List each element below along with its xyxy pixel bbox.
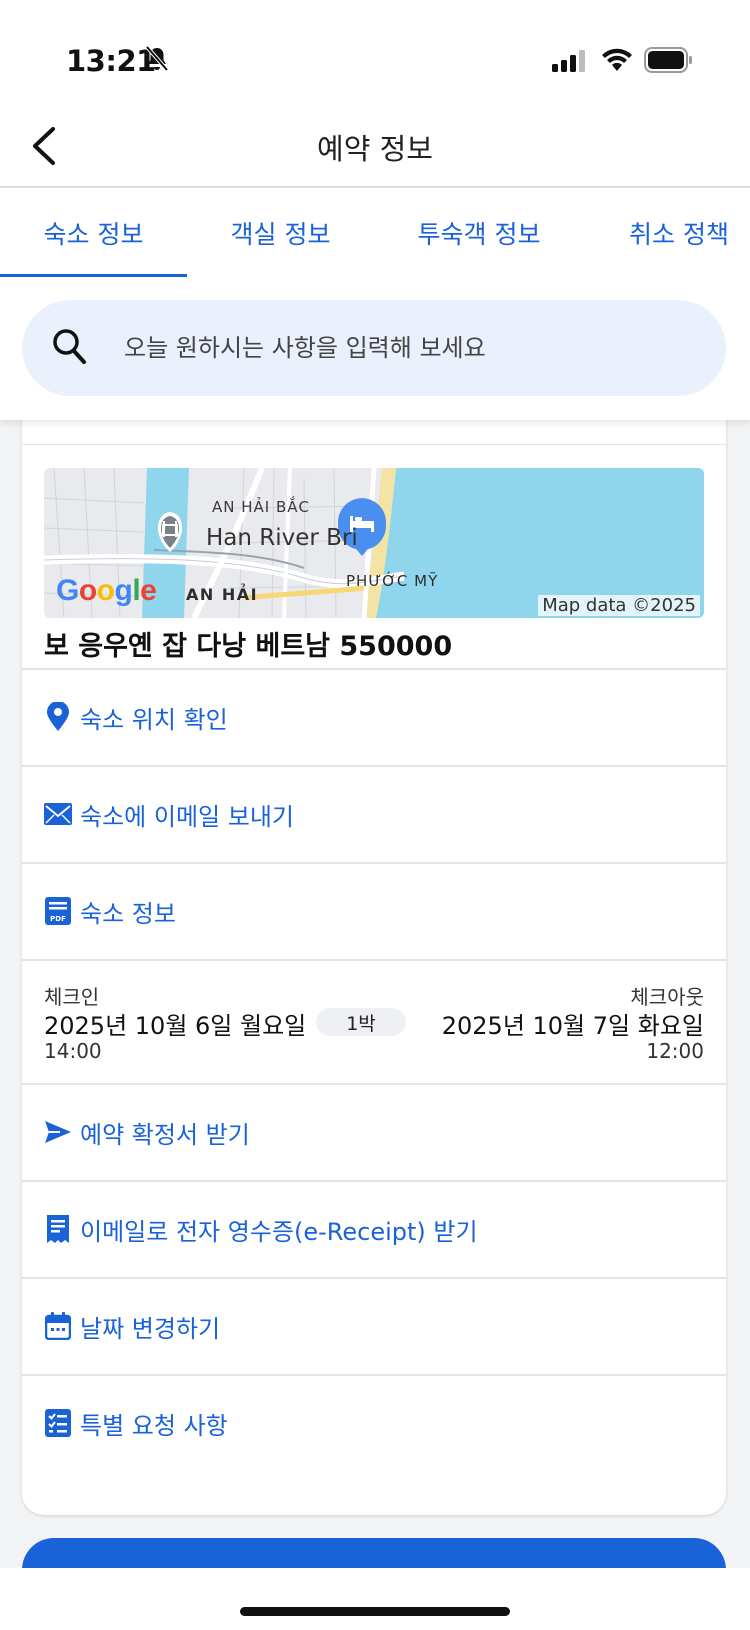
tab-bar: 숙소 정보 객실 정보 투숙객 정보 취소 정책 bbox=[0, 188, 750, 278]
map-label: PHƯỚC MỸ bbox=[346, 572, 439, 590]
battery-icon bbox=[644, 47, 694, 77]
receipt-icon bbox=[44, 1215, 72, 1243]
checkout-time: 12:00 bbox=[646, 1039, 704, 1063]
envelope-icon bbox=[44, 800, 72, 828]
google-logo: Google bbox=[56, 574, 157, 607]
send-icon bbox=[44, 1118, 72, 1146]
change-dates-label: 날짜 변경하기 bbox=[80, 1315, 221, 1343]
property-info-label: 숙소 정보 bbox=[80, 900, 176, 928]
hotel-name: 보 응우옌 잡 다낭 베트남 550000 bbox=[44, 630, 453, 662]
divider bbox=[22, 444, 726, 445]
checkout-date: 2025년 10월 7일 화요일 bbox=[441, 1012, 704, 1040]
status-bar: 13:21 bbox=[0, 0, 750, 110]
special-requests-label: 특별 요청 사항 bbox=[80, 1412, 228, 1440]
page-title: 예약 정보 bbox=[317, 132, 433, 166]
search-icon bbox=[52, 328, 88, 370]
search-area bbox=[0, 278, 750, 420]
tab-property-info[interactable]: 숙소 정보 bbox=[0, 188, 187, 278]
svg-text:PDF: PDF bbox=[50, 915, 66, 923]
cellular-signal-icon bbox=[552, 50, 588, 76]
home-indicator[interactable] bbox=[240, 1607, 510, 1616]
map-pin-icon bbox=[44, 702, 72, 731]
email-property-label: 숙소에 이메일 보내기 bbox=[80, 803, 294, 831]
home-area bbox=[0, 1568, 750, 1630]
get-confirmation-row[interactable]: 예약 확정서 받기 bbox=[22, 1085, 726, 1180]
wifi-icon bbox=[601, 47, 633, 77]
change-dates-row[interactable]: 날짜 변경하기 bbox=[22, 1279, 726, 1374]
active-tab-indicator bbox=[0, 274, 187, 277]
property-info-row[interactable]: PDF 숙소 정보 bbox=[22, 864, 726, 959]
navigation-header: 예약 정보 bbox=[0, 110, 750, 188]
map-attribution: Map data ©2025 bbox=[538, 595, 700, 616]
email-property-row[interactable]: 숙소에 이메일 보내기 bbox=[22, 767, 726, 862]
map-preview[interactable]: AN HẢI BẮC Han River Bri AN HẢI PHƯỚC MỸ… bbox=[44, 468, 704, 618]
view-location-row[interactable]: 숙소 위치 확인 bbox=[22, 670, 726, 765]
pdf-document-icon: PDF bbox=[44, 897, 72, 925]
map-label: AN HẢI BẮC bbox=[212, 498, 311, 516]
checkin-time: 14:00 bbox=[44, 1039, 102, 1063]
map-label: AN HẢI bbox=[186, 585, 259, 604]
view-location-label: 숙소 위치 확인 bbox=[80, 706, 228, 734]
bell-slash-icon bbox=[145, 45, 169, 76]
map-label: Han River Bri bbox=[206, 525, 358, 551]
special-requests-row[interactable]: 특별 요청 사항 bbox=[22, 1376, 726, 1471]
tab-guest-info[interactable]: 투숙객 정보 bbox=[374, 188, 584, 278]
checklist-icon bbox=[44, 1409, 72, 1437]
calendar-icon bbox=[44, 1312, 72, 1340]
tab-room-info[interactable]: 객실 정보 bbox=[187, 188, 374, 278]
nights-badge: 1박 bbox=[316, 1008, 406, 1036]
stay-dates: 체크인 2025년 10월 6일 월요일 14:00 1박 체크아웃 2025년… bbox=[22, 961, 726, 1083]
tab-cancellation-policy[interactable]: 취소 정책 bbox=[584, 188, 750, 278]
email-receipt-row[interactable]: 이메일로 전자 영수증(e-Receipt) 받기 bbox=[22, 1182, 726, 1277]
reservation-details-card: AN HẢI BẮC Han River Bri AN HẢI PHƯỚC MỸ… bbox=[22, 400, 726, 1515]
search-input[interactable] bbox=[124, 300, 684, 396]
get-confirmation-label: 예약 확정서 받기 bbox=[80, 1121, 250, 1149]
search-bar[interactable] bbox=[22, 300, 726, 396]
email-receipt-label: 이메일로 전자 영수증(e-Receipt) 받기 bbox=[80, 1218, 478, 1246]
status-time: 13:21 bbox=[66, 44, 156, 78]
checkin-date: 2025년 10월 6일 월요일 bbox=[44, 1012, 307, 1040]
